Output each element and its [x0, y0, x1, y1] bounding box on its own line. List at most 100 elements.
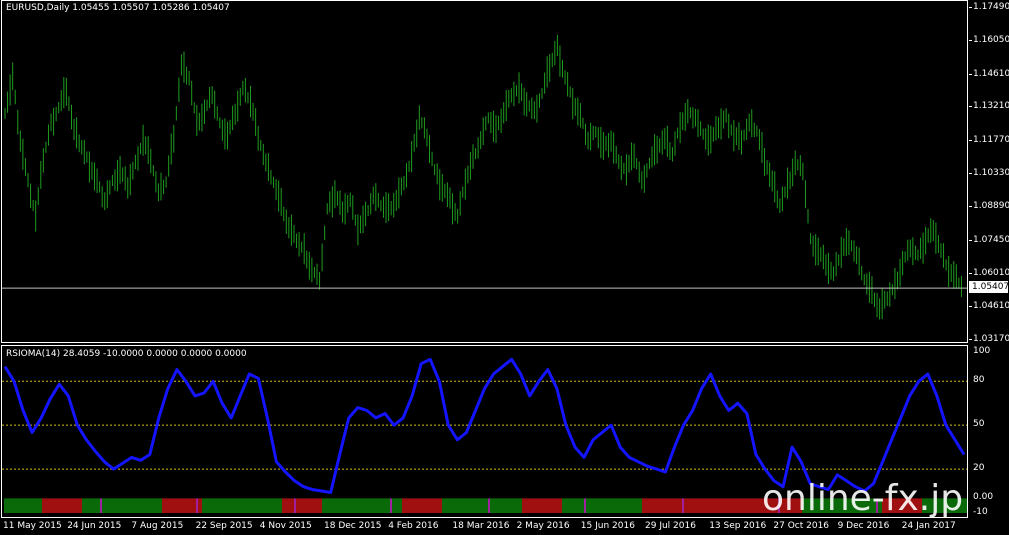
rsi-histogram-bar	[102, 498, 104, 513]
price-tick-mark	[969, 40, 972, 42]
rsi-histogram-bar	[106, 498, 108, 513]
rsi-histogram-bar	[318, 498, 320, 513]
rsi-histogram-bar	[72, 498, 74, 513]
symbol-header: EURUSD,Daily 1.05455 1.05507 1.05286 1.0…	[6, 3, 230, 13]
rsi-histogram-bar	[660, 498, 662, 513]
rsi-histogram-bar	[606, 498, 608, 513]
rsi-histogram-bar	[482, 498, 484, 513]
rsi-histogram-bar	[434, 498, 436, 513]
rsi-histogram-bar	[464, 498, 466, 513]
rsi-histogram-bar	[494, 498, 496, 513]
rsi-histogram-bar	[216, 498, 218, 513]
price-tick-label: 1.13210	[973, 101, 1009, 112]
rsi-histogram-bar	[666, 498, 668, 513]
rsi-histogram-bar	[574, 498, 576, 513]
rsi-histogram-bar	[242, 498, 244, 513]
rsi-histogram-bar	[594, 498, 596, 513]
rsi-histogram-bar	[132, 498, 134, 513]
rsi-histogram-bar	[404, 498, 406, 513]
rsi-histogram-bar	[24, 498, 26, 513]
rsi-histogram-bar	[188, 498, 190, 513]
rsi-histogram-bar	[502, 498, 504, 513]
rsi-histogram-bar	[568, 498, 570, 513]
rsi-histogram-bar	[54, 498, 56, 513]
rsi-histogram-bar	[246, 498, 248, 513]
rsi-histogram-bar	[146, 498, 148, 513]
rsi-histogram-bar	[226, 498, 228, 513]
rsi-histogram-bar	[400, 498, 402, 513]
rsi-histogram-bar	[510, 498, 512, 513]
rsi-histogram-bar	[670, 498, 672, 513]
rsi-histogram-bar	[730, 498, 732, 513]
rsi-histogram-bar	[38, 498, 40, 513]
price-tick-mark	[969, 106, 972, 108]
rsi-histogram-bar	[750, 498, 752, 513]
rsi-tick-label: 20	[973, 463, 985, 474]
rsi-histogram-bar	[90, 498, 92, 513]
rsi-histogram-bar	[518, 498, 520, 513]
rsi-histogram-bar	[12, 498, 14, 513]
rsi-histogram-bar	[350, 498, 352, 513]
rsi-histogram-bar	[702, 498, 704, 513]
rsi-histogram-bar	[100, 498, 102, 513]
rsi-histogram-bar	[178, 498, 180, 513]
rsi-histogram-bar	[352, 498, 354, 513]
rsi-histogram-bar	[26, 498, 28, 513]
rsi-histogram-bar	[266, 498, 268, 513]
rsi-histogram-bar	[648, 498, 650, 513]
rsi-histogram-bar	[458, 498, 460, 513]
date-tick-label: 24 Jan 2017	[901, 521, 956, 531]
rsi-histogram-bar	[32, 498, 34, 513]
rsi-histogram-bar	[436, 498, 438, 513]
rsi-histogram-bar	[150, 498, 152, 513]
rsi-histogram-bar	[36, 498, 38, 513]
rsi-histogram-bar	[536, 498, 538, 513]
rsi-histogram-bar	[130, 498, 132, 513]
rsi-histogram-bar	[414, 498, 416, 513]
rsi-histogram-bar	[324, 498, 326, 513]
rsi-histogram-bar	[550, 498, 552, 513]
rsi-histogram-bar	[136, 498, 138, 513]
rsi-histogram-bar	[322, 498, 324, 513]
rsi-histogram-bar	[546, 498, 548, 513]
rsi-histogram-bar	[80, 498, 82, 513]
rsi-tick-label: -10	[973, 507, 988, 517]
rsi-histogram-bar	[236, 498, 238, 513]
rsi-histogram-bar	[194, 498, 196, 513]
rsi-histogram-bar	[698, 498, 700, 513]
date-tick-label: 18 Dec 2015	[324, 521, 382, 531]
rsi-histogram-bar	[142, 498, 144, 513]
rsi-histogram-bar	[288, 498, 290, 513]
rsi-histogram-bar	[304, 498, 306, 513]
date-tick-label: 4 Feb 2016	[388, 521, 439, 531]
rsi-histogram-bar	[114, 498, 116, 513]
rsi-histogram-bar	[366, 498, 368, 513]
watermark-logo: online-fx.jp	[762, 478, 964, 519]
rsi-histogram-bar	[604, 498, 606, 513]
rsi-histogram-bar	[58, 498, 60, 513]
rsi-histogram-bar	[444, 498, 446, 513]
rsi-histogram-bar	[68, 498, 70, 513]
price-tick-label: 1.04610	[973, 300, 1009, 311]
rsi-histogram-bar	[210, 498, 212, 513]
rsi-histogram-bar	[456, 498, 458, 513]
rsi-histogram-bar	[280, 498, 282, 513]
price-chart-pane[interactable]: EURUSD,Daily 1.05455 1.05507 1.05286 1.0…	[1, 0, 968, 343]
rsi-histogram-bar	[592, 498, 594, 513]
rsi-histogram-bar	[528, 498, 530, 513]
rsi-histogram-bar	[224, 498, 226, 513]
rsi-histogram-bar	[22, 498, 24, 513]
rsi-histogram-bar	[448, 498, 450, 513]
rsi-histogram-bar	[286, 498, 288, 513]
rsi-histogram-bar	[206, 498, 208, 513]
rsi-histogram-bar	[662, 498, 664, 513]
rsi-histogram-bar	[284, 498, 286, 513]
rsi-histogram-bar	[124, 498, 126, 513]
date-tick-label: 18 Mar 2016	[452, 521, 510, 531]
rsi-histogram-bar	[164, 498, 166, 513]
rsi-histogram-bar	[392, 498, 394, 513]
rsi-histogram-bar	[532, 498, 534, 513]
rsi-histogram-bar	[158, 498, 160, 513]
rsi-histogram-bar	[492, 498, 494, 513]
rsi-histogram-bar	[308, 498, 310, 513]
